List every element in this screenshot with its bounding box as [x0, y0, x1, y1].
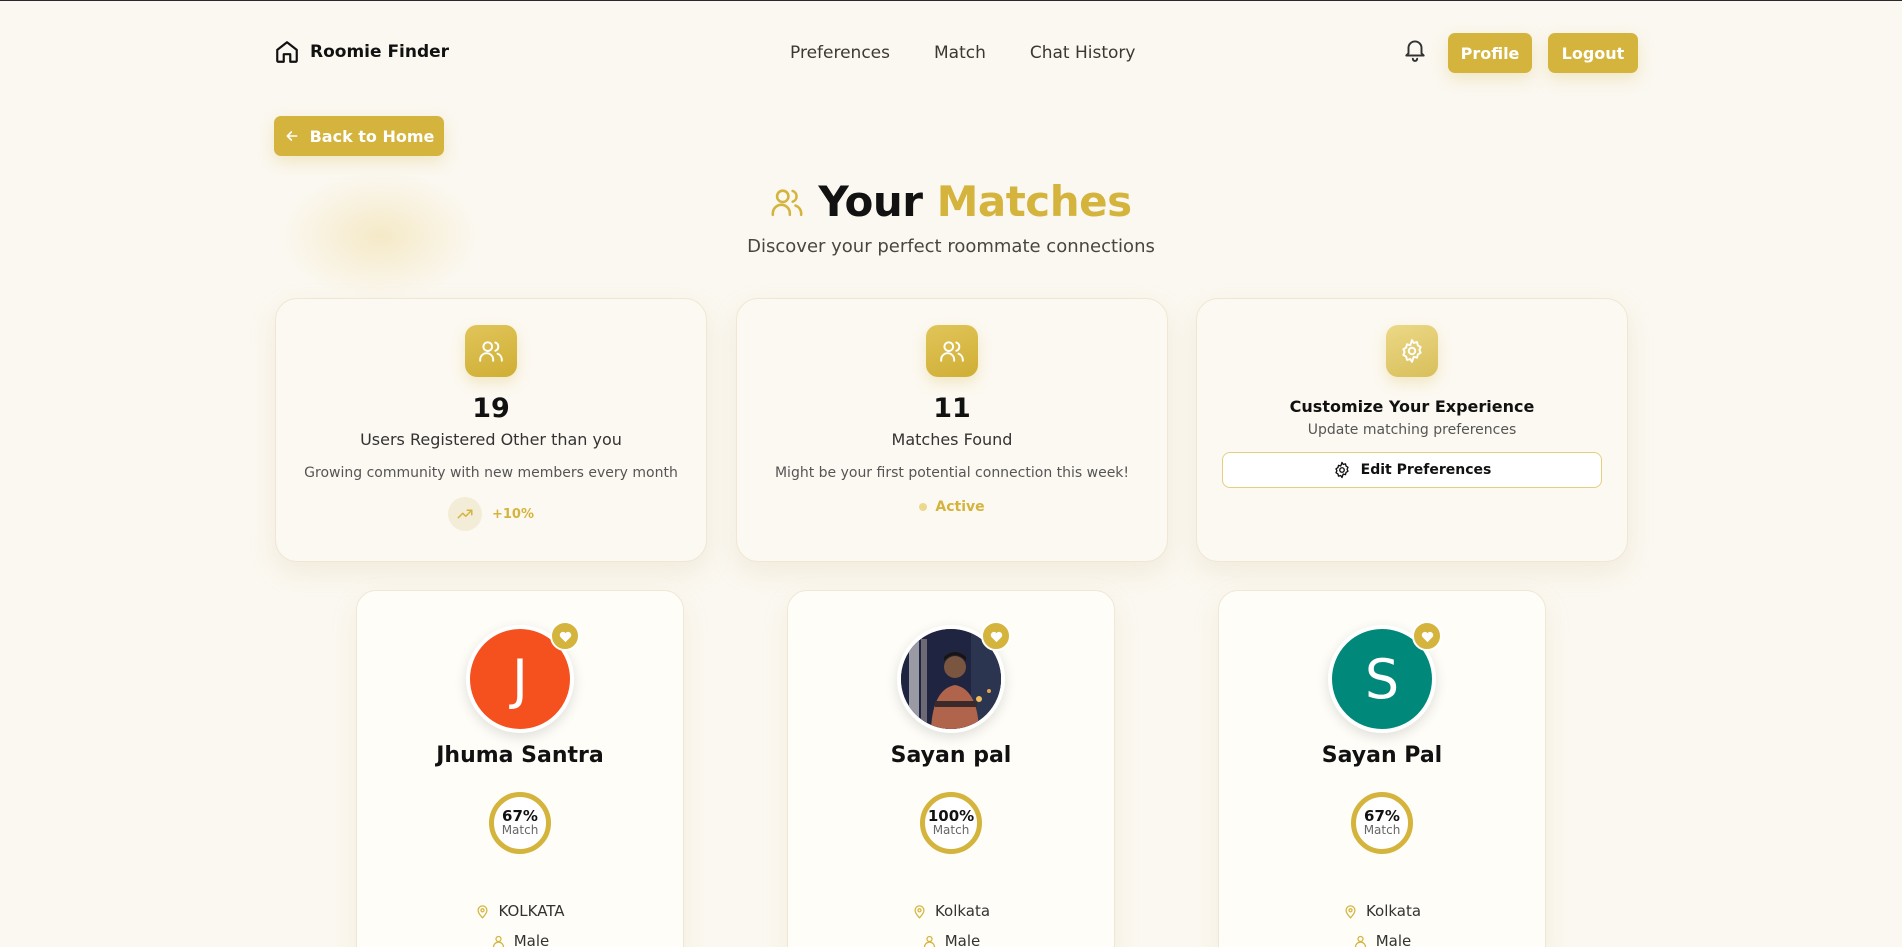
map-pin-icon: [477, 904, 488, 919]
match-label: Match: [1363, 823, 1401, 837]
page-title: Your Matches: [818, 177, 1133, 226]
nav-link-chat-history[interactable]: Chat History: [1030, 43, 1136, 63]
edit-preferences-button[interactable]: Edit Preferences: [1222, 452, 1602, 488]
edit-preferences-label: Edit Preferences: [1360, 462, 1492, 478]
stat-icon-settings: [1386, 325, 1438, 377]
page-heading: Your Matches: [0, 177, 1902, 226]
avatar-wrap: [897, 621, 1011, 733]
location-row: KOLKATA: [357, 902, 683, 920]
arrow-left-icon: [286, 131, 298, 141]
match-name: Jhuma Santra: [436, 743, 604, 768]
profile-button[interactable]: Profile: [1448, 33, 1532, 73]
location-text: Kolkata: [934, 902, 991, 920]
gender-text: Male: [513, 932, 550, 947]
match-card[interactable]: Sayan pal 100% Match Kolkata Male: [787, 590, 1115, 947]
match-label: Match: [932, 823, 970, 837]
avatar-wrap: J: [466, 621, 580, 733]
match-percentage: 67%: [1364, 807, 1400, 825]
gender-row: Male: [357, 932, 683, 947]
map-pin-icon: [914, 904, 925, 919]
location-text: Kolkata: [1365, 902, 1422, 920]
users-icon: [940, 341, 964, 362]
brand-name: Roomie Finder: [310, 42, 450, 62]
map-pin-icon: [1345, 904, 1356, 919]
gender-row: Male: [788, 932, 1114, 947]
stat-users-count: 19: [472, 393, 510, 424]
back-to-home-label: Back to Home: [309, 126, 435, 146]
users-icon: [479, 341, 503, 362]
trending-up-icon: [447, 497, 482, 531]
heart-icon: [559, 631, 571, 642]
match-label: Match: [501, 823, 539, 837]
match-percentage-ring: 100% Match: [920, 792, 982, 854]
stat-card-users: 19 Users Registered Other than you Growi…: [275, 298, 707, 562]
status-dot: [919, 503, 928, 511]
status-indicator: Active: [737, 499, 1167, 515]
brand[interactable]: Roomie Finder: [274, 39, 449, 65]
trend-value: +10%: [491, 506, 534, 522]
favorite-button[interactable]: [1412, 621, 1442, 651]
page-title-part2: Matches: [936, 177, 1133, 226]
gear-icon: [1334, 461, 1349, 479]
bell-icon[interactable]: [1402, 36, 1428, 62]
home-icon: [276, 41, 298, 63]
stat-card-matches: 11 Matches Found Might be your first pot…: [736, 298, 1168, 562]
stat-matches-label: Matches Found: [891, 430, 1013, 449]
heart-icon: [1421, 631, 1433, 642]
page-title-part1: Your: [818, 177, 923, 226]
favorite-button[interactable]: [981, 621, 1011, 651]
favorite-button[interactable]: [550, 621, 580, 651]
match-name: Sayan Pal: [1321, 743, 1443, 768]
customize-subtitle: Update matching preferences: [1307, 422, 1517, 438]
users-icon: [771, 188, 803, 216]
customize-title: Customize Your Experience: [1289, 397, 1535, 416]
user-icon: [923, 935, 935, 947]
match-card[interactable]: J Jhuma Santra 67% Match KOLKATA Male: [356, 590, 684, 947]
match-percentage-ring: 67% Match: [489, 792, 551, 854]
match-percentage: 67%: [502, 807, 538, 825]
stat-icon-users: [465, 325, 517, 377]
match-percentage: 100%: [927, 807, 975, 825]
logout-button[interactable]: Logout: [1548, 33, 1638, 73]
gender-text: Male: [1375, 932, 1412, 947]
navbar: Roomie Finder Preferences Match Chat His…: [274, 31, 1638, 75]
page-subtitle: Discover your perfect roommate connectio…: [747, 236, 1155, 257]
avatar-wrap: S: [1328, 621, 1442, 733]
heart-icon: [990, 631, 1002, 642]
nav-link-preferences[interactable]: Preferences: [790, 43, 890, 63]
stat-icon-matches: [926, 325, 978, 377]
match-percentage-ring: 67% Match: [1351, 792, 1413, 854]
back-to-home-button[interactable]: Back to Home: [274, 116, 444, 156]
gender-row: Male: [1219, 932, 1545, 947]
location-text: KOLKATA: [498, 902, 565, 920]
gender-text: Male: [944, 932, 981, 947]
location-row: Kolkata: [788, 902, 1114, 920]
nav-links: Preferences Match Chat History: [790, 43, 1135, 63]
stat-users-desc: Growing community with new members every…: [304, 465, 678, 481]
match-card[interactable]: S Sayan Pal 67% Match Kolkata Male: [1218, 590, 1546, 947]
stat-matches-count: 11: [933, 393, 971, 424]
stat-matches-desc: Might be your first potential connection…: [774, 465, 1130, 481]
user-icon: [1354, 935, 1366, 947]
match-name: Sayan pal: [890, 743, 1012, 768]
user-icon: [492, 935, 504, 947]
stat-card-customize: Customize Your Experience Update matchin…: [1196, 298, 1628, 562]
nav-link-match[interactable]: Match: [934, 43, 986, 63]
trend-indicator: +10%: [276, 497, 706, 531]
status-label: Active: [935, 499, 985, 515]
stat-users-label: Users Registered Other than you: [360, 430, 622, 449]
location-row: Kolkata: [1219, 902, 1545, 920]
gear-icon: [1402, 339, 1422, 363]
